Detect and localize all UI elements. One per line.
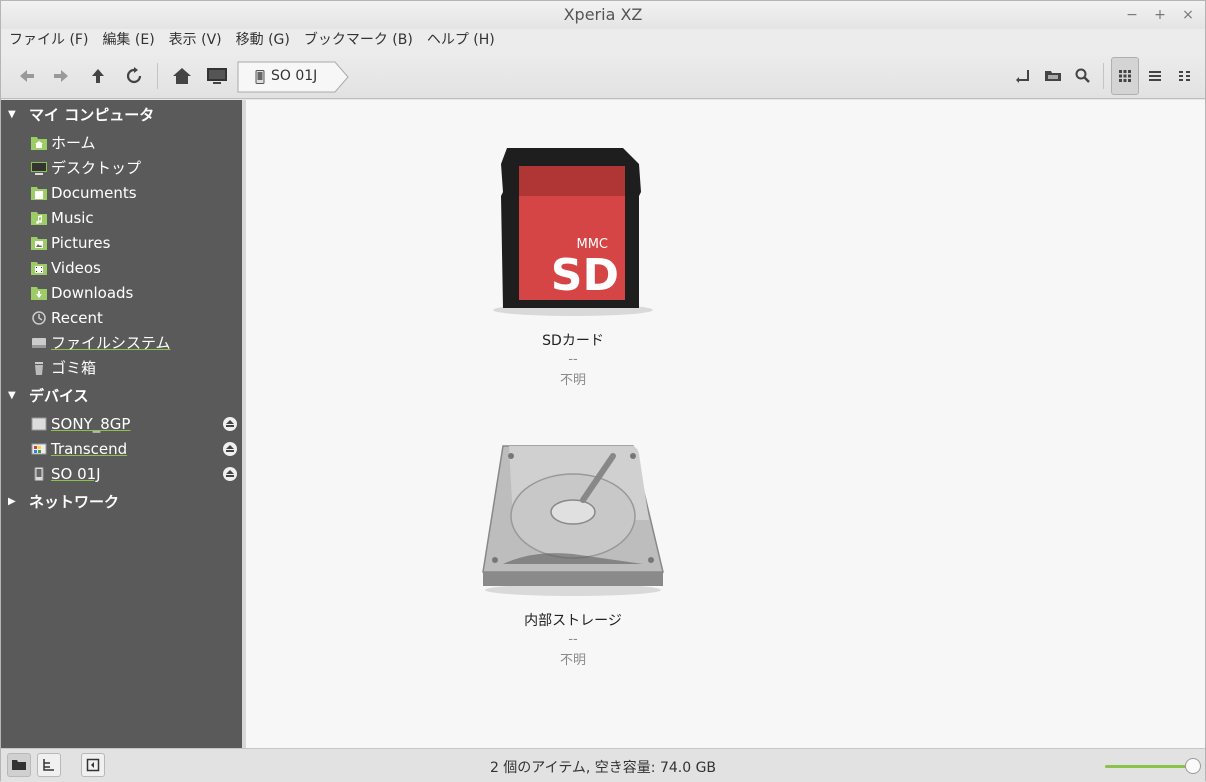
menu-go[interactable]: 移動 (G) (236, 29, 290, 53)
sidebar-item-pictures[interactable]: Pictures (31, 231, 241, 255)
open-terminal-button[interactable] (1041, 64, 1065, 88)
file-name: 内部ストレージ (524, 613, 622, 629)
file-manager-window: Xperia XZ − + × ファイル (F) 編集 (E) 表示 (V) 移… (0, 0, 1206, 782)
phone-icon (255, 70, 265, 84)
reload-icon (126, 67, 142, 84)
sidebar-item-recent[interactable]: Recent (31, 306, 241, 330)
file-name: SDカード (542, 333, 604, 349)
sidebar-item-transcend[interactable]: Transcend (31, 437, 241, 461)
file-item-internal-storage[interactable]: 内部ストレージ -- 不明 (473, 430, 673, 668)
computer-button[interactable] (205, 64, 229, 88)
close-button[interactable]: × (1179, 6, 1197, 24)
drive-icon (32, 338, 46, 348)
videos-folder-icon (31, 262, 47, 275)
file-view: MMC SD SDカード -- 不明 内部ストレージ -- 不明 (246, 100, 1205, 748)
expanded-arrow-icon: ▼ (8, 390, 16, 401)
arrow-left-icon (20, 70, 34, 82)
grid-view-icon (1119, 70, 1131, 82)
search-icon (1075, 68, 1090, 83)
status-text: 2 個のアイテム, 空き容量: 74.0 GB (489, 760, 717, 776)
arrow-up-icon (92, 69, 104, 83)
collapsed-arrow-icon: ▶ (8, 496, 16, 507)
menu-bookmarks[interactable]: ブックマーク (B) (304, 29, 413, 53)
file-size: -- (568, 352, 578, 367)
toolbar-separator (1103, 63, 1104, 89)
menu-edit[interactable]: 編集 (E) (102, 29, 154, 53)
file-type: 不明 (559, 373, 586, 388)
file-size: -- (568, 632, 578, 647)
card-reader-icon (31, 443, 47, 455)
sidebar-item-sony-8gp[interactable]: SONY_8GP (31, 412, 241, 436)
monitor-icon (207, 68, 227, 84)
sidebar-item-so-01j[interactable]: SO 01J (31, 462, 241, 486)
file-item-sd-card[interactable]: MMC SD SDカード -- 不明 (473, 140, 673, 388)
arrow-right-icon (54, 70, 68, 82)
menu-view[interactable]: 表示 (V) (169, 29, 222, 53)
window-controls: − + × (1123, 6, 1197, 24)
zoom-slider[interactable] (1105, 765, 1189, 768)
breadcrumb-label: SO 01J (271, 68, 318, 84)
back-button[interactable] (15, 64, 39, 88)
hard-disk-icon (482, 445, 664, 596)
recent-icon (32, 311, 46, 325)
sidebar-item-trash[interactable]: ゴミ箱 (31, 356, 241, 380)
toggle-location-button[interactable] (1011, 64, 1035, 88)
desktop-icon (31, 162, 47, 175)
music-folder-icon (31, 212, 47, 225)
list-view-button[interactable] (1143, 64, 1167, 88)
trash-icon (35, 362, 43, 375)
minimize-button[interactable]: − (1123, 6, 1141, 24)
compact-view-button[interactable] (1173, 64, 1197, 88)
maximize-button[interactable]: + (1151, 6, 1169, 24)
folder-network-icon (1045, 71, 1061, 81)
eject-icon[interactable] (223, 442, 237, 456)
sidebar: ▼ マイ コンピュータ ホーム デスクトップ Documents Music P… (1, 100, 242, 748)
sidebar-item-home[interactable]: ホーム (31, 131, 241, 155)
status-bar: 2 個のアイテム, 空き容量: 74.0 GB (1, 748, 1205, 782)
home-button[interactable] (170, 64, 194, 88)
icon-view-button[interactable] (1111, 57, 1139, 95)
pictures-folder-icon (31, 237, 47, 250)
up-button[interactable] (86, 64, 110, 88)
sidebar-section-network[interactable]: ▶ ネットワーク (1, 490, 242, 514)
window-title: Xperia XZ (563, 5, 643, 24)
expanded-arrow-icon: ▼ (8, 109, 16, 120)
sidebar-item-videos[interactable]: Videos (31, 256, 241, 280)
zoom-slider-handle[interactable] (1185, 758, 1201, 774)
eject-icon[interactable] (223, 467, 237, 481)
breadcrumb-so01j[interactable]: SO 01J (237, 61, 349, 93)
location-entry-icon (1016, 70, 1029, 83)
reload-button[interactable] (122, 64, 146, 88)
file-type: 不明 (559, 653, 586, 668)
eject-icon[interactable] (223, 417, 237, 431)
list-view-icon (1149, 71, 1161, 81)
sidebar-item-music[interactable]: Music (31, 206, 241, 230)
menu-bar: ファイル (F) 編集 (E) 表示 (V) 移動 (G) ブックマーク (B)… (1, 29, 1205, 53)
sidebar-item-filesystem[interactable]: ファイルシステム (31, 331, 241, 355)
compact-view-icon (1179, 71, 1190, 81)
sidebar-section-devices[interactable]: ▼ デバイス (1, 384, 242, 408)
menu-help[interactable]: ヘルプ (H) (427, 29, 495, 53)
sd-card-icon: MMC SD (493, 148, 653, 316)
phone-icon (34, 467, 44, 481)
sidebar-section-my-computer[interactable]: ▼ マイ コンピュータ (1, 103, 242, 127)
menu-file[interactable]: ファイル (F) (9, 29, 88, 53)
forward-button[interactable] (49, 64, 73, 88)
sidebar-item-desktop[interactable]: デスクトップ (31, 156, 241, 180)
toolbar-separator (157, 63, 158, 89)
sd-card-label: SD (551, 250, 619, 301)
home-icon (173, 68, 191, 84)
sidebar-item-documents[interactable]: Documents (31, 181, 241, 205)
usb-drive-icon (31, 417, 47, 431)
search-button[interactable] (1071, 64, 1095, 88)
toolbar: SO 01J (1, 53, 1205, 99)
folder-icon (31, 187, 47, 200)
home-folder-icon (31, 137, 47, 150)
downloads-folder-icon (31, 287, 47, 300)
sidebar-item-downloads[interactable]: Downloads (31, 281, 241, 305)
title-bar[interactable]: Xperia XZ − + × (1, 1, 1205, 29)
